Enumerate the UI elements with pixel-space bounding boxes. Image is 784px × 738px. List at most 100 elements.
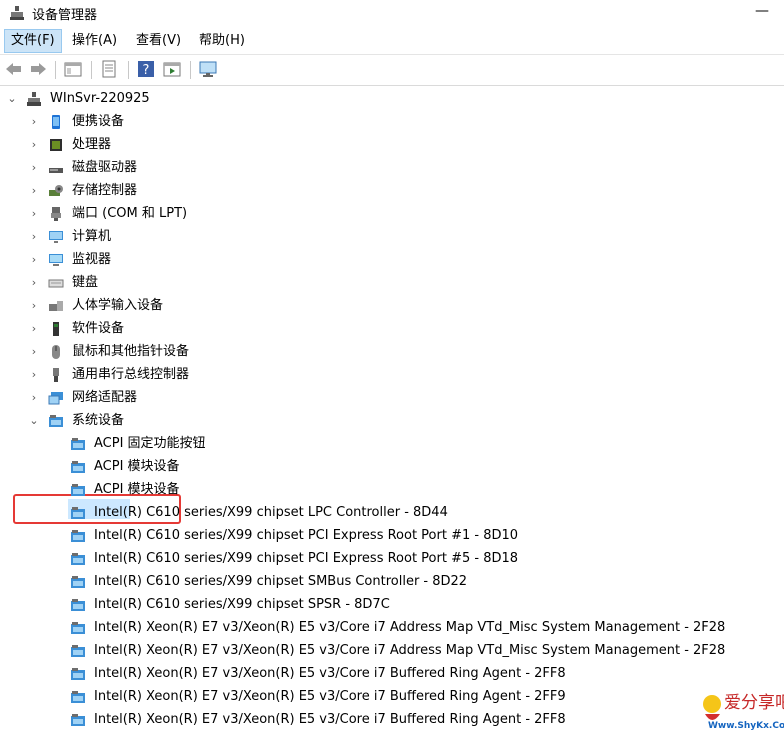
watermark-url: Www.ShyKx.Com — [708, 721, 784, 731]
device-label: ACPI 固定功能按钮 — [94, 436, 206, 451]
system-device-item[interactable]: Intel(R) C610 series/X99 chipset SPSR - … — [0, 594, 784, 616]
menu-bar: 文件(F) 操作(A) 查看(V) 帮助(H) — [0, 28, 784, 54]
category-label: 软件设备 — [72, 321, 125, 336]
system-device-icon — [71, 668, 85, 680]
hid-icon — [49, 301, 63, 311]
chevron-right-icon[interactable]: › — [28, 387, 40, 409]
chevron-right-icon[interactable]: › — [28, 180, 40, 202]
category-system-devices[interactable]: ⌄ 系统设备 — [0, 410, 784, 432]
category-label: 人体学输入设备 — [72, 298, 164, 313]
system-device-item[interactable]: Intel(R) Xeon(R) E7 v3/Xeon(R) E5 v3/Cor… — [0, 617, 784, 639]
chevron-down-icon[interactable]: ⌄ — [28, 410, 40, 432]
category-item[interactable]: › 网络适配器 — [0, 387, 784, 409]
system-device-item[interactable]: Intel(R) C610 series/X99 chipset PCI Exp… — [0, 548, 784, 570]
device-label: Intel(R) Xeon(R) E7 v3/Xeon(R) E5 v3/Cor… — [94, 666, 566, 681]
system-device-icon — [71, 576, 85, 588]
computer-icon — [49, 231, 63, 243]
system-device-icon — [71, 599, 85, 611]
device-label: Intel(R) Xeon(R) E7 v3/Xeon(R) E5 v3/Cor… — [94, 712, 566, 727]
root-label: WInSvr-220925 — [50, 91, 150, 106]
system-device-item[interactable]: Intel(R) Xeon(R) E7 v3/Xeon(R) E5 v3/Cor… — [0, 663, 784, 685]
category-item[interactable]: › 键盘 — [0, 272, 784, 294]
chevron-right-icon[interactable]: › — [28, 203, 40, 225]
computer-tree-icon — [27, 92, 41, 106]
category-item[interactable]: › 人体学输入设备 — [0, 295, 784, 317]
port-icon — [51, 207, 61, 221]
category-label: 计算机 — [72, 229, 112, 244]
system-device-icon — [71, 461, 85, 473]
category-item[interactable]: › 监视器 — [0, 249, 784, 271]
system-device-icon — [49, 415, 63, 427]
category-item[interactable]: › 软件设备 — [0, 318, 784, 340]
console-tree-icon[interactable] — [63, 59, 83, 79]
category-item[interactable]: › 通用串行总线控制器 — [0, 364, 784, 386]
chevron-right-icon[interactable]: › — [28, 157, 40, 179]
system-device-item[interactable]: ACPI 固定功能按钮 — [0, 433, 784, 455]
chevron-right-icon[interactable]: › — [28, 341, 40, 363]
category-item[interactable]: › 处理器 — [0, 134, 784, 156]
back-arrow-icon[interactable] — [4, 59, 24, 79]
chevron-right-icon[interactable]: › — [28, 318, 40, 340]
properties-icon[interactable] — [99, 59, 119, 79]
device-label: ACPI 模块设备 — [94, 482, 180, 497]
category-label: 端口 (COM 和 LPT) — [72, 206, 188, 221]
category-item[interactable]: › 计算机 — [0, 226, 784, 248]
system-device-item[interactable]: Intel(R) C610 series/X99 chipset SMBus C… — [0, 571, 784, 593]
device-label: Intel(R) C610 series/X99 chipset LPC Con… — [94, 505, 448, 520]
chevron-right-icon[interactable]: › — [28, 272, 40, 294]
system-device-icon — [71, 714, 85, 726]
minimize-button[interactable]: — — [750, 2, 774, 22]
action-pane-icon[interactable] — [162, 59, 182, 79]
chevron-right-icon[interactable]: › — [28, 364, 40, 386]
forward-arrow-icon[interactable] — [28, 59, 48, 79]
portable-device-icon — [52, 115, 60, 129]
system-device-icon — [71, 507, 85, 519]
chevron-down-icon[interactable]: ⌄ — [6, 88, 18, 110]
chevron-right-icon[interactable]: › — [28, 295, 40, 317]
menu-help[interactable]: 帮助(H) — [193, 30, 251, 52]
disk-drive-icon — [49, 168, 63, 173]
category-item[interactable]: › 鼠标和其他指针设备 — [0, 341, 784, 363]
category-label: 磁盘驱动器 — [72, 160, 138, 175]
chevron-right-icon[interactable]: › — [28, 249, 40, 271]
system-device-item[interactable]: Intel(R) C610 series/X99 chipset LPC Con… — [0, 502, 784, 524]
system-device-item[interactable]: Intel(R) C610 series/X99 chipset PCI Exp… — [0, 525, 784, 547]
watermark-logo: 爱分享吧 Www.ShyKx.Com — [700, 684, 784, 734]
system-device-icon — [71, 553, 85, 565]
device-label: Intel(R) Xeon(R) E7 v3/Xeon(R) E5 v3/Cor… — [94, 643, 726, 658]
category-item[interactable]: › 便携设备 — [0, 111, 784, 133]
keyboard-icon — [48, 279, 64, 288]
system-device-icon — [71, 622, 85, 634]
network-adapter-icon — [48, 392, 63, 405]
mouse-icon — [52, 345, 60, 359]
category-label: 通用串行总线控制器 — [72, 367, 190, 382]
category-item[interactable]: › 磁盘驱动器 — [0, 157, 784, 179]
category-item[interactable]: › 端口 (COM 和 LPT) — [0, 203, 784, 225]
chevron-right-icon[interactable]: › — [28, 111, 40, 133]
category-label: 网络适配器 — [72, 390, 138, 405]
device-manager-icon — [10, 6, 24, 20]
system-device-icon — [71, 438, 85, 450]
usb-icon — [53, 368, 59, 382]
tree-root[interactable]: ⌄ WInSvr-220925 — [0, 88, 784, 110]
device-tree: ⌄ WInSvr-220925 › 便携设备 › 处理器 › 磁盘驱动器 › 存储控制器 › 端口… — [0, 88, 784, 734]
system-device-item[interactable]: Intel(R) Xeon(R) E7 v3/Xeon(R) E5 v3/Cor… — [0, 709, 784, 731]
monitor-icon — [49, 254, 63, 266]
menu-action[interactable]: 操作(A) — [66, 30, 123, 52]
category-label: 处理器 — [72, 137, 112, 152]
svg-text:?: ? — [143, 63, 150, 78]
menu-view[interactable]: 查看(V) — [130, 30, 187, 52]
chevron-right-icon[interactable]: › — [28, 226, 40, 248]
scan-hardware-icon[interactable] — [198, 59, 218, 79]
system-device-item[interactable]: Intel(R) Xeon(R) E7 v3/Xeon(R) E5 v3/Cor… — [0, 640, 784, 662]
menu-file[interactable]: 文件(F) — [4, 29, 62, 53]
device-label: Intel(R) C610 series/X99 chipset PCI Exp… — [94, 528, 519, 543]
system-device-item[interactable]: ACPI 模块设备 — [0, 479, 784, 501]
system-device-item[interactable]: ACPI 模块设备 — [0, 456, 784, 478]
window-title: 设备管理器 — [32, 8, 98, 23]
help-icon[interactable]: ? — [136, 59, 156, 79]
system-device-item[interactable]: Intel(R) Xeon(R) E7 v3/Xeon(R) E5 v3/Cor… — [0, 686, 784, 708]
category-item[interactable]: › 存储控制器 — [0, 180, 784, 202]
chevron-right-icon[interactable]: › — [28, 134, 40, 156]
category-label: 键盘 — [72, 275, 99, 290]
